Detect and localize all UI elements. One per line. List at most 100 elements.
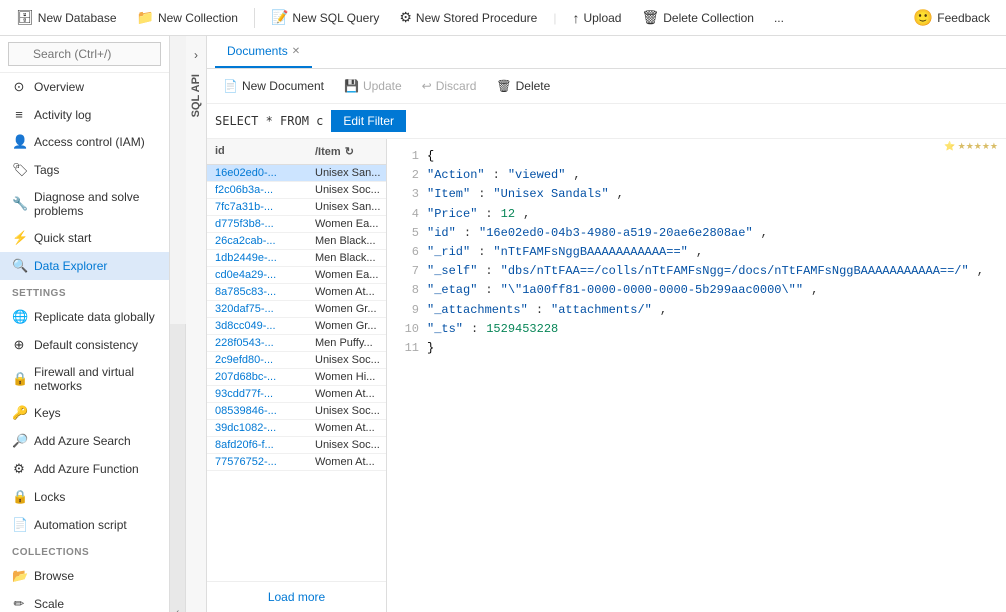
update-icon: 💾	[344, 79, 359, 93]
azure-function-icon: ⚙	[12, 461, 26, 477]
table-row[interactable]: 93cdd77f-... Women At...	[207, 386, 386, 403]
row-id: 3d8cc049-...	[207, 318, 307, 334]
sidebar-item-replicate[interactable]: 🌐 Replicate data globally	[0, 303, 169, 331]
watermark: ⭐ ★★★★★	[944, 141, 998, 152]
sidebar-nav: ⊙ Overview ≡ Activity log 👤 Access contr…	[0, 73, 169, 612]
sidebar-item-azure-search[interactable]: 🔎 Add Azure Search	[0, 427, 169, 455]
sidebar-item-firewall[interactable]: 🔒 Firewall and virtual networks	[0, 359, 169, 399]
search-input[interactable]	[8, 42, 161, 66]
row-item: Men Black...	[307, 250, 386, 266]
azure-search-icon: 🔎	[12, 433, 26, 449]
json-line: 8"_etag": "\"1a00ff81-0000-0000-0000-5b2…	[399, 281, 994, 300]
tab-documents[interactable]: Documents ✕	[215, 36, 312, 68]
access-control-icon: 👤	[12, 134, 26, 150]
automation-icon: 📄	[12, 517, 26, 533]
table-row[interactable]: 39dc1082-... Women At...	[207, 420, 386, 437]
table-row[interactable]: cd0e4a29-... Women Ea...	[207, 267, 386, 284]
tabs-bar: Documents ✕	[207, 36, 1006, 69]
load-more-button[interactable]: Load more	[207, 581, 386, 612]
table-row[interactable]: 1db2449e-... Men Black...	[207, 250, 386, 267]
row-id: 93cdd77f-...	[207, 386, 307, 402]
update-button[interactable]: 💾 Update	[336, 75, 410, 97]
discard-icon: ↩	[422, 79, 432, 93]
sidebar-item-keys[interactable]: 🔑 Keys	[0, 399, 169, 427]
refresh-icon[interactable]: ↻	[345, 145, 354, 158]
sidebar-item-diagnose[interactable]: 🔧 Diagnose and solve problems	[0, 184, 169, 224]
table-row[interactable]: 320daf75-... Women Gr...	[207, 301, 386, 318]
json-line: 10"_ts": 1529453228	[399, 320, 994, 339]
table-row[interactable]: 8afd20f6-f... Unisex Soc...	[207, 437, 386, 454]
table-row[interactable]: 3d8cc049-... Women Gr...	[207, 318, 386, 335]
discard-button[interactable]: ↩ Discard	[414, 75, 485, 97]
sidebar-item-consistency[interactable]: ⊕ Default consistency	[0, 331, 169, 359]
upload-button[interactable]: ↑ Upload	[564, 6, 629, 30]
row-id: cd0e4a29-...	[207, 267, 307, 283]
table-row[interactable]: 2c9efd80-... Unisex Soc...	[207, 352, 386, 369]
row-id: 1db2449e-...	[207, 250, 307, 266]
table-row[interactable]: f2c06b3a-... Unisex Soc...	[207, 182, 386, 199]
pipe-separator: |	[549, 11, 560, 25]
split-pane: id /Item ↻ 16e02ed0-... Unisex San... f2…	[207, 139, 1006, 612]
table-row[interactable]: 7fc7a31b-... Unisex San...	[207, 199, 386, 216]
table-row[interactable]: 26ca2cab-... Men Black...	[207, 233, 386, 250]
table-row[interactable]: 77576752-... Women At...	[207, 454, 386, 471]
diagnose-icon: 🔧	[12, 196, 26, 212]
row-item: Women Hi...	[307, 369, 386, 385]
row-item: Women At...	[307, 454, 386, 470]
table-row[interactable]: 228f0543-... Men Puffy...	[207, 335, 386, 352]
delete-collection-button[interactable]: 🗑 Delete Collection	[633, 5, 762, 30]
procedure-icon: ⚙	[399, 9, 412, 26]
new-collection-icon: 📁	[137, 9, 154, 26]
row-item: Women Gr...	[307, 301, 386, 317]
new-stored-procedure-button[interactable]: ⚙ New Stored Procedure	[391, 5, 545, 30]
edit-filter-button[interactable]: Edit Filter	[331, 110, 406, 132]
keys-icon: 🔑	[12, 405, 26, 421]
sidebar-collapse-button[interactable]: ‹	[170, 324, 186, 612]
query-text: SELECT * FROM c	[215, 114, 323, 128]
sql-api-expand-button[interactable]: ›	[190, 44, 202, 66]
table-row[interactable]: 8a785c83-... Women At...	[207, 284, 386, 301]
json-line: 2"Action": "viewed",	[399, 166, 994, 185]
json-line: 3"Item": "Unisex Sandals",	[399, 185, 994, 204]
row-item: Unisex Soc...	[307, 437, 386, 453]
query-bar: SELECT * FROM c Edit Filter	[207, 104, 1006, 139]
sidebar-item-tags[interactable]: 🏷 Tags	[0, 156, 169, 184]
sidebar-item-browse[interactable]: 📂 Browse	[0, 562, 169, 590]
sidebar-item-overview[interactable]: ⊙ Overview	[0, 73, 169, 101]
row-id: 16e02ed0-...	[207, 165, 307, 181]
sidebar-wrapper: 🔍 ⊙ Overview ≡ Activity log 👤 Access con…	[0, 36, 186, 612]
table-row[interactable]: 207d68bc-... Women Hi...	[207, 369, 386, 386]
sidebar-item-automation[interactable]: 📄 Automation script	[0, 511, 169, 539]
new-sql-query-button[interactable]: 📝 New SQL Query	[263, 5, 387, 30]
more-button[interactable]: ...	[766, 7, 792, 29]
table-row[interactable]: 08539846-... Unisex Soc...	[207, 403, 386, 420]
row-item: Unisex Soc...	[307, 403, 386, 419]
sidebar-item-quick-start[interactable]: ⚡ Quick start	[0, 224, 169, 252]
sidebar-item-activity-log[interactable]: ≡ Activity log	[0, 101, 169, 128]
new-document-button[interactable]: 📄 New Document	[215, 75, 332, 97]
browse-icon: 📂	[12, 568, 26, 584]
sidebar-item-data-explorer[interactable]: 🔍 Data Explorer	[0, 252, 169, 280]
sidebar-item-azure-function[interactable]: ⚙ Add Azure Function	[0, 455, 169, 483]
sidebar-item-access-control[interactable]: 👤 Access control (IAM)	[0, 128, 169, 156]
delete-button[interactable]: 🗑 Delete	[488, 75, 558, 97]
table-row[interactable]: d775f3b8-... Women Ea...	[207, 216, 386, 233]
json-line: 9"_attachments": "attachments/",	[399, 301, 994, 320]
row-item: Unisex Soc...	[307, 182, 386, 198]
feedback-button[interactable]: 🙂 Feedback	[905, 4, 998, 32]
sidebar-item-scale[interactable]: ✏ Scale	[0, 590, 169, 612]
row-id: 228f0543-...	[207, 335, 307, 351]
json-viewer: 1{2"Action": "viewed",3"Item": "Unisex S…	[387, 139, 1006, 366]
sidebar-item-locks[interactable]: 🔒 Locks	[0, 483, 169, 511]
main-layout: 🔍 ⊙ Overview ≡ Activity log 👤 Access con…	[0, 36, 1006, 612]
row-id: 2c9efd80-...	[207, 352, 307, 368]
row-id: 77576752-...	[207, 454, 307, 470]
tab-close-button[interactable]: ✕	[292, 46, 300, 57]
table-row[interactable]: 16e02ed0-... Unisex San...	[207, 165, 386, 182]
delete-icon: 🗑	[641, 9, 659, 26]
doc-list-header: id /Item ↻	[207, 139, 386, 165]
new-collection-button[interactable]: 📁 New Collection	[129, 5, 246, 30]
document-list: id /Item ↻ 16e02ed0-... Unisex San... f2…	[207, 139, 387, 612]
new-database-button[interactable]: 🗄 New Database	[8, 5, 125, 30]
tags-icon: 🏷	[12, 162, 26, 178]
